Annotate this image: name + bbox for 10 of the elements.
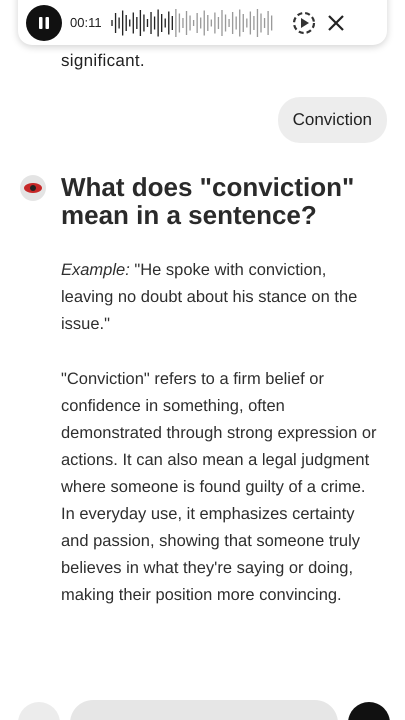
pause-icon [38,16,50,28]
answer-heading: What does "conviction" mean in a sentence? [61,173,356,229]
user-message: Conviction [278,97,387,143]
playback-time: 00:11 [70,15,102,30]
answer-paragraph: "Conviction" refers to a firm belief or confidence in something, often demonstrated through strong expression or actions. It can also mean a legal judgment where someone is found guilty of a crime. In everyday use, it emphasizes certainty and passion, showing that someone truly believes in what they're saying or doing, making their position more convincing. [61,369,378,606]
pause-button[interactable] [26,4,62,40]
close-icon[interactable] [326,12,346,32]
avatar-icon [20,175,46,201]
message-text: significant. [61,51,146,71]
answer-paragraph: Example: "He spoke with conviction, leaving no doubt about his stance on the issue." [61,260,358,335]
